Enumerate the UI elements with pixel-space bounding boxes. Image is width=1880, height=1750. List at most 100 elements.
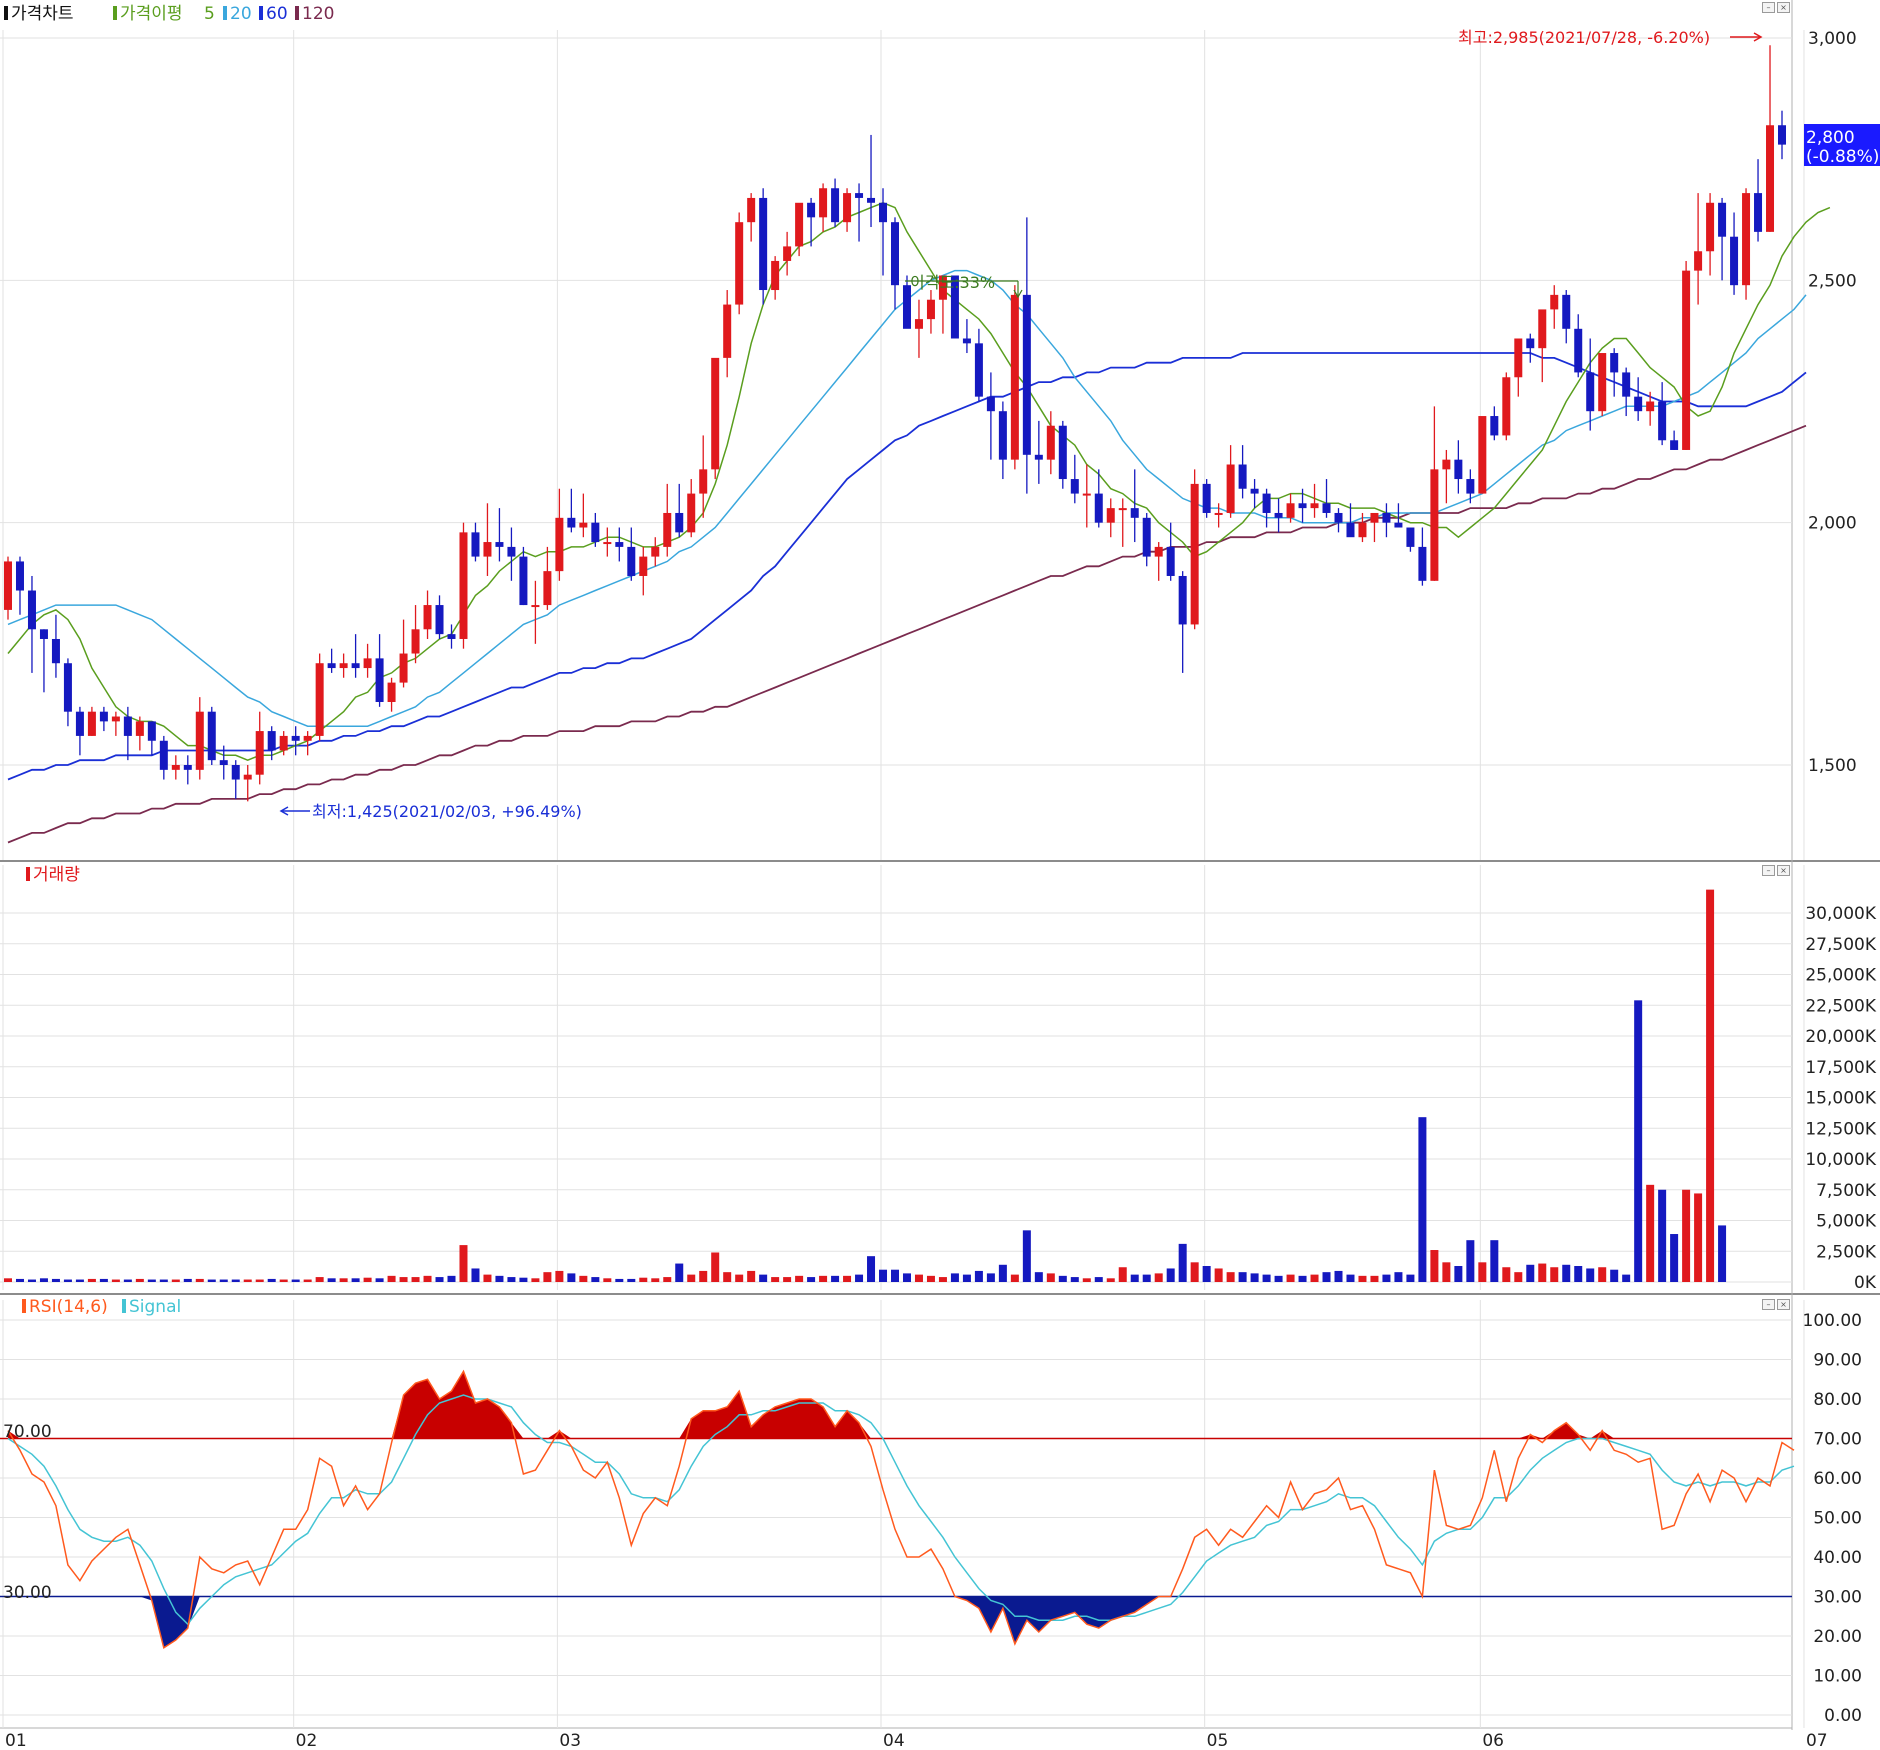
candle[interactable] [1730,212,1739,295]
volume-bar[interactable] [195,1278,204,1282]
volume-bar[interactable] [315,1277,324,1282]
candle[interactable] [1382,503,1391,538]
candle[interactable] [1574,314,1583,378]
candle[interactable] [1490,406,1499,441]
volume-bar[interactable] [207,1279,216,1282]
volume-bar[interactable] [902,1273,911,1282]
candle[interactable] [351,634,360,678]
candle[interactable] [1430,406,1439,581]
volume-bar[interactable] [1502,1267,1511,1282]
volume-bar[interactable] [1622,1274,1631,1282]
volume-bar[interactable] [399,1277,408,1282]
volume-bar[interactable] [1490,1240,1499,1282]
volume-bar[interactable] [1142,1274,1151,1282]
candle[interactable] [855,183,864,242]
volume-bar[interactable] [1574,1266,1583,1282]
volume-bar[interactable] [267,1278,276,1282]
volume-bar[interactable] [1070,1277,1079,1282]
candle[interactable] [447,624,456,649]
volume-bar[interactable] [1646,1184,1655,1282]
volume-bar[interactable] [291,1279,300,1282]
volume-bar[interactable] [279,1279,288,1282]
candle[interactable] [1718,197,1727,281]
candle[interactable] [1622,367,1631,417]
candle[interactable] [531,580,540,644]
candle[interactable] [831,178,840,228]
candle[interactable] [1406,527,1415,552]
candle[interactable] [687,479,696,538]
volume-bar[interactable] [974,1270,983,1282]
volume-bar[interactable] [819,1275,828,1282]
candle[interactable] [543,546,552,610]
volume-bar[interactable] [1190,1262,1199,1282]
price-panel[interactable] [4,45,1831,844]
volume-bar[interactable] [75,1279,84,1282]
volume-bar[interactable] [603,1278,612,1282]
volume-bar[interactable] [1370,1275,1379,1282]
volume-bar[interactable] [183,1278,192,1282]
candle[interactable] [519,546,528,606]
volume-panel-minimize-button[interactable]: – [1762,865,1775,876]
candle[interactable] [879,188,888,276]
candle[interactable] [435,595,444,639]
volume-bar[interactable] [1130,1274,1139,1282]
candle[interactable] [1082,464,1091,528]
rsi-panel-minimize-button[interactable]: – [1762,1299,1775,1310]
candle[interactable] [1190,469,1199,630]
candle[interactable] [1610,348,1619,397]
volume-bar[interactable] [998,1264,1007,1282]
candle[interactable] [1334,508,1343,533]
volume-bar[interactable] [459,1245,468,1282]
volume-bar[interactable] [1154,1273,1163,1282]
candle[interactable] [207,706,216,765]
volume-bar[interactable] [639,1277,648,1282]
candle[interactable] [75,706,84,756]
candle[interactable] [195,697,204,780]
volume-bar[interactable] [1166,1268,1175,1282]
candle[interactable] [15,556,24,615]
volume-bar[interactable] [339,1278,348,1282]
volume-bar[interactable] [1118,1267,1127,1282]
volume-bar[interactable] [15,1278,24,1282]
candle[interactable] [1214,503,1223,528]
candle[interactable] [183,755,192,785]
volume-bar[interactable] [1682,1189,1691,1282]
volume-bar[interactable] [1658,1189,1667,1282]
volume-bar[interactable] [735,1274,744,1282]
candle[interactable] [1538,309,1547,383]
volume-bar[interactable] [255,1279,264,1282]
volume-bar[interactable] [219,1279,228,1282]
volume-bar[interactable] [147,1279,156,1282]
volume-bar[interactable] [1298,1275,1307,1282]
volume-bar[interactable] [375,1278,384,1282]
volume-bar[interactable] [1010,1274,1019,1282]
volume-bar[interactable] [1322,1272,1331,1282]
volume-bar[interactable] [435,1277,444,1282]
volume-bar[interactable] [27,1279,36,1282]
volume-bar[interactable] [831,1275,840,1282]
volume-bar[interactable] [1274,1275,1283,1282]
volume-bar[interactable] [39,1278,48,1282]
candle[interactable] [231,760,240,799]
volume-bar[interactable] [914,1274,923,1282]
candle[interactable] [1274,498,1283,533]
candle[interactable] [147,721,156,756]
candle[interactable] [891,217,899,310]
candle[interactable] [914,299,923,358]
volume-bar[interactable] [411,1277,420,1282]
volume-bar[interactable] [1250,1273,1259,1282]
candle[interactable] [99,706,108,732]
candle[interactable] [1322,479,1331,518]
candle[interactable] [1058,420,1067,489]
volume-bar[interactable] [759,1274,768,1282]
candle[interactable] [51,614,60,678]
candle[interactable] [303,731,312,756]
volume-bar[interactable] [1106,1278,1115,1282]
candle[interactable] [339,653,348,678]
volume-bar[interactable] [471,1268,480,1282]
volume-bar[interactable] [1238,1272,1247,1282]
volume-bar[interactable] [950,1273,959,1282]
candle[interactable] [1658,382,1667,446]
volume-bar[interactable] [651,1278,660,1282]
candle[interactable] [1202,479,1211,518]
